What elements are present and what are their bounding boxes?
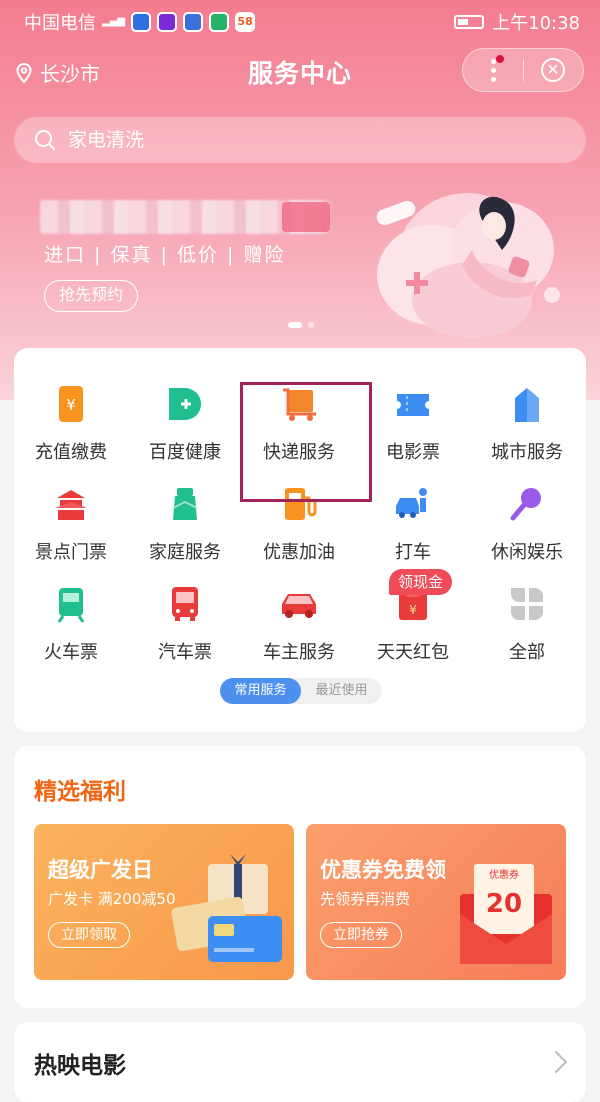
carrier-label: 中国电信 bbox=[24, 13, 96, 34]
close-button[interactable]: ✕ bbox=[523, 49, 583, 91]
banner-tagline: 进口 | 保真 | 低价 | 赠险 bbox=[44, 244, 286, 266]
blurred-banner-tag bbox=[282, 202, 330, 232]
search-bar[interactable] bbox=[14, 117, 586, 163]
video-app-icon bbox=[157, 12, 178, 32]
carousel-indicator bbox=[288, 322, 314, 328]
bus-icon bbox=[172, 587, 198, 621]
service-attraction[interactable]: 景点门票 bbox=[14, 476, 128, 566]
claim-now-button[interactable]: 立即领取 bbox=[48, 922, 130, 948]
services-tab-switcher: 常用服务 最近使用 bbox=[220, 678, 382, 704]
service-all[interactable]: 全部 bbox=[470, 576, 584, 666]
signal-icon: ▂▄▆ bbox=[102, 16, 126, 27]
service-taxi[interactable]: 打车 bbox=[356, 476, 470, 566]
clock: 上午10:38 bbox=[492, 13, 580, 34]
notification-dot bbox=[495, 54, 504, 63]
qq-app-icon bbox=[209, 12, 230, 32]
ticket-icon bbox=[397, 394, 429, 416]
shield-app-icon bbox=[131, 12, 152, 32]
car-icon bbox=[282, 594, 316, 618]
grab-coupon-button[interactable]: 立即抢券 bbox=[320, 922, 402, 948]
service-bus[interactable]: 汽车票 bbox=[128, 576, 242, 666]
mini-program-capsule: ✕ bbox=[462, 48, 584, 92]
service-health[interactable]: 百度健康 bbox=[128, 376, 242, 466]
baidu-app-icon bbox=[183, 12, 204, 32]
chevron-right-icon[interactable] bbox=[544, 1050, 568, 1074]
promo-subtitle: 广发卡 满200减50 bbox=[48, 890, 176, 908]
all-icon bbox=[511, 588, 543, 620]
58-app-icon: 58 bbox=[235, 12, 256, 32]
close-icon: ✕ bbox=[541, 58, 565, 82]
banner-illustration bbox=[376, 193, 560, 338]
hot-movies-title: 热映电影 bbox=[34, 1053, 126, 1079]
service-car-owner[interactable]: 车主服务 bbox=[242, 576, 356, 666]
battery-icon bbox=[454, 15, 485, 29]
svg-text:¥: ¥ bbox=[66, 396, 76, 414]
promo-banner[interactable]: 进口 | 保真 | 低价 | 赠险 抢先预约 bbox=[0, 180, 600, 350]
temple-icon bbox=[55, 490, 87, 520]
tab-recent[interactable]: 最近使用 bbox=[301, 678, 382, 704]
service-home[interactable]: 家庭服务 bbox=[128, 476, 242, 566]
service-entertainment[interactable]: 休闲娱乐 bbox=[470, 476, 584, 566]
home-service-icon bbox=[172, 488, 198, 520]
svg-text:优惠券: 优惠券 bbox=[489, 868, 519, 881]
welfare-card: 精选福利 超级广发日 广发卡 满200减50 立即领取 优惠券免费领 先领券再消… bbox=[14, 746, 586, 1008]
svg-text:¥: ¥ bbox=[409, 603, 417, 617]
service-train[interactable]: 火车票 bbox=[14, 576, 128, 666]
tab-frequent[interactable]: 常用服务 bbox=[220, 678, 301, 704]
recharge-icon: ¥ bbox=[59, 386, 83, 422]
svg-text:20: 20 bbox=[486, 889, 522, 919]
top-bar: 长沙市 服务中心 ✕ bbox=[0, 44, 600, 100]
coupon-envelope-illustration: 优惠券 20 bbox=[460, 864, 552, 964]
building-icon bbox=[515, 388, 539, 422]
service-movie-ticket[interactable]: 电影票 bbox=[356, 376, 470, 466]
book-now-button[interactable]: 抢先预约 bbox=[44, 280, 139, 312]
cash-badge: 领现金 bbox=[389, 569, 453, 595]
status-bar: 中国电信 ▂▄▆ 58 上午10:38 bbox=[0, 0, 600, 40]
promo-title: 优惠券免费领 bbox=[320, 858, 446, 882]
gift-card-illustration bbox=[171, 854, 282, 962]
more-button[interactable] bbox=[463, 49, 523, 91]
welfare-title: 精选福利 bbox=[34, 779, 126, 805]
highlight-box bbox=[240, 382, 372, 502]
service-recharge[interactable]: ¥ 充值缴费 bbox=[14, 376, 128, 466]
search-icon bbox=[35, 130, 55, 150]
taxi-icon bbox=[396, 488, 427, 518]
services-card: ¥ 充值缴费 百度健康 快递服务 电影票 城市服务 景点门票 家庭服务 优惠加油… bbox=[14, 348, 586, 732]
promo-title: 超级广发日 bbox=[48, 858, 153, 882]
more-icon bbox=[490, 54, 504, 82]
promo-card-guangfa[interactable]: 超级广发日 广发卡 满200减50 立即领取 bbox=[34, 824, 294, 980]
hot-movies-card[interactable]: 热映电影 bbox=[14, 1022, 586, 1102]
mic-icon bbox=[510, 488, 541, 521]
search-input[interactable] bbox=[66, 128, 550, 152]
promo-subtitle: 先领券再消费 bbox=[320, 890, 411, 908]
promo-card-coupon[interactable]: 优惠券免费领 先领券再消费 立即抢券 优惠券 20 bbox=[306, 824, 566, 980]
train-icon bbox=[57, 588, 85, 623]
service-city[interactable]: 城市服务 bbox=[470, 376, 584, 466]
health-icon bbox=[169, 388, 201, 420]
